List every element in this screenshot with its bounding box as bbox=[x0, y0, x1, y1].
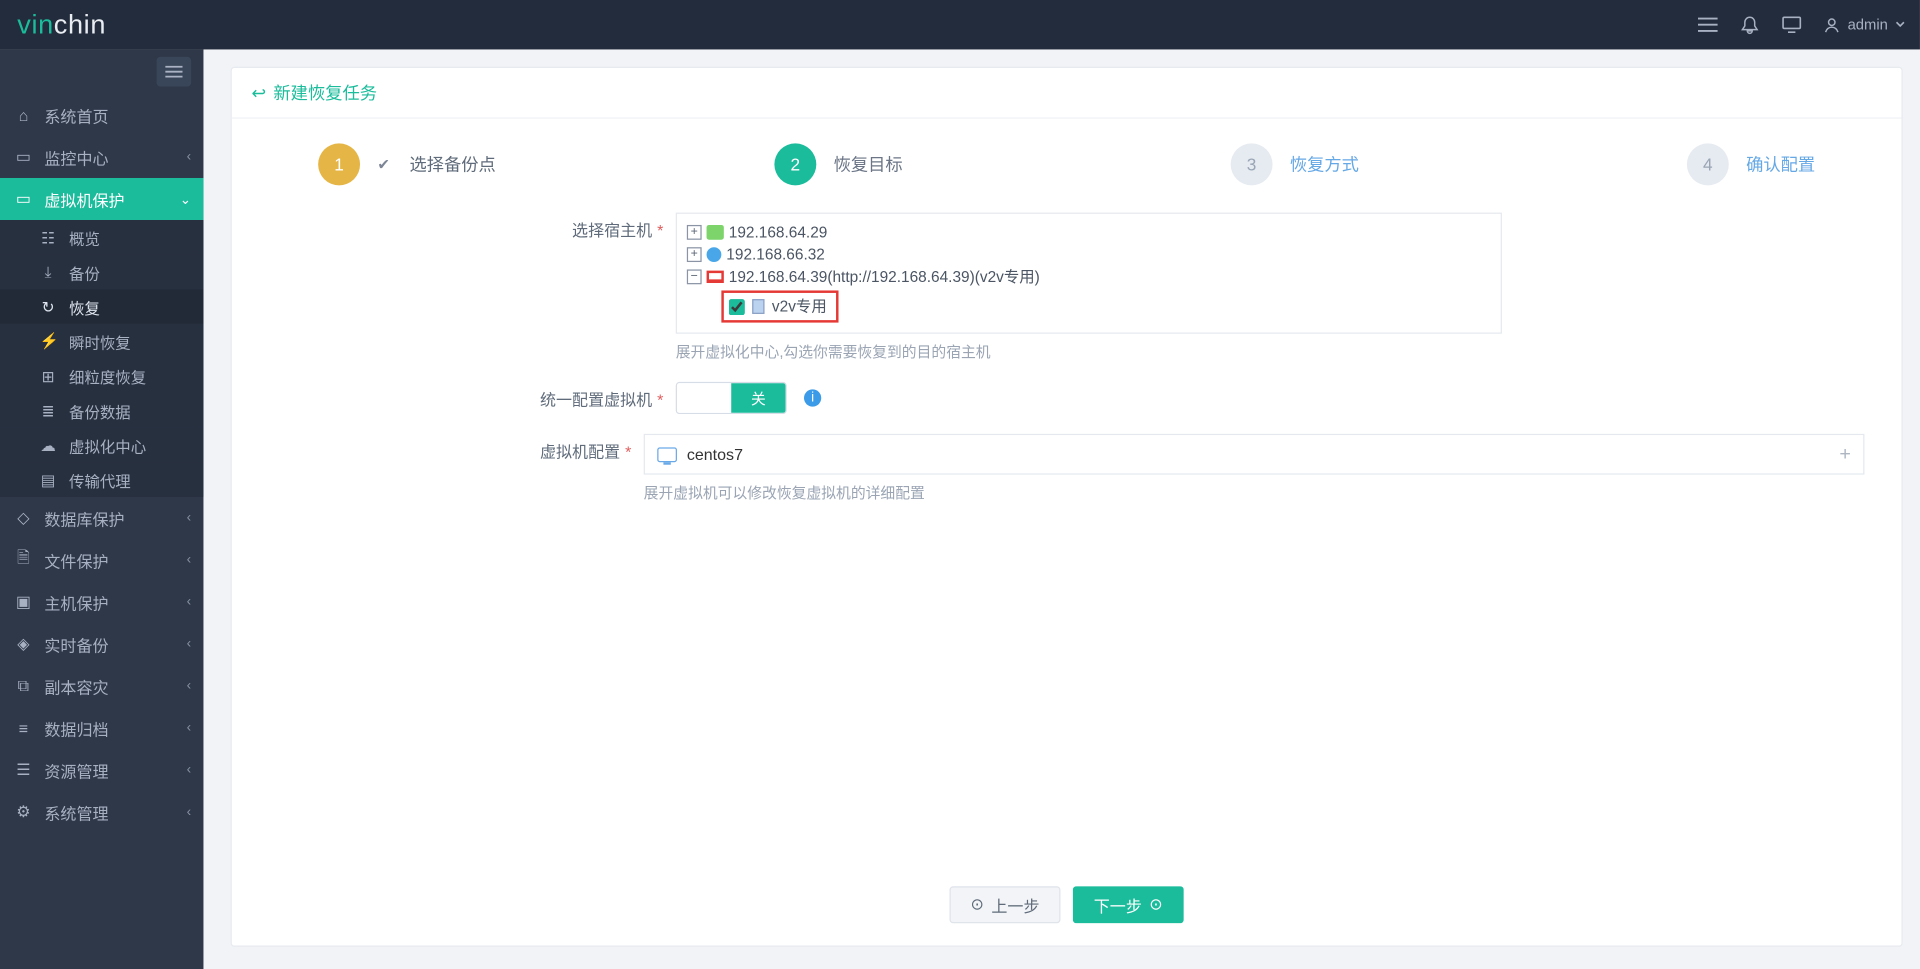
collapse-sidebar-button[interactable] bbox=[157, 57, 192, 87]
nav-archive[interactable]: ≡数据归档‹ bbox=[0, 707, 203, 749]
host-hint: 展开虚拟化中心,勾选你需要恢复到的目的宿主机 bbox=[676, 341, 1502, 362]
host-icon: ▣ bbox=[15, 592, 32, 612]
cloud-icon: ☁ bbox=[39, 436, 56, 455]
back-arrow-icon[interactable]: ↩ bbox=[252, 82, 266, 103]
main-panel: ↩ 新建恢复任务 1 ✔ 选择备份点 2 恢复目标 bbox=[231, 67, 1903, 947]
step-3[interactable]: 3 恢复方式 bbox=[1231, 143, 1687, 185]
tree-child-v2v[interactable]: v2v专用 bbox=[721, 290, 839, 322]
vmcfg-hint: 展开虚拟机可以修改恢复虚拟机的详细配置 bbox=[644, 482, 1865, 503]
dash-icon: ☷ bbox=[39, 228, 56, 247]
tree-node-2[interactable]: + 192.168.66.32 bbox=[687, 243, 1491, 265]
nav-vm-vcenter[interactable]: ☁虚拟化中心 bbox=[0, 428, 203, 463]
wizard-footer: ⊙ 上一步 下一步 ⊙ bbox=[232, 869, 1902, 946]
monitor-icon[interactable] bbox=[1782, 15, 1802, 35]
chevron-down-icon: ⌄ bbox=[180, 191, 191, 207]
archive-icon: ≡ bbox=[15, 719, 32, 738]
vm-monitor-icon bbox=[657, 447, 677, 462]
step-1[interactable]: 1 ✔ 选择备份点 bbox=[318, 143, 774, 185]
copy-icon: ⧉ bbox=[15, 676, 32, 696]
file-icon: 🗎 bbox=[15, 546, 32, 573]
unify-label: 统一配置虚拟机* bbox=[269, 382, 676, 414]
gear-icon: ⚙ bbox=[15, 802, 32, 822]
bell-icon[interactable] bbox=[1740, 15, 1760, 35]
host-label: 选择宿主机* bbox=[269, 213, 676, 363]
host-icon bbox=[752, 299, 764, 314]
chevron-left-icon: ‹ bbox=[187, 595, 192, 610]
unify-toggle[interactable]: 关 bbox=[676, 382, 787, 414]
shield-icon: ◈ bbox=[15, 634, 32, 654]
vm-config-row[interactable]: centos7 + bbox=[644, 434, 1865, 475]
db-icon: ◇ bbox=[15, 508, 32, 528]
nav-resource[interactable]: ☰资源管理‹ bbox=[0, 749, 203, 791]
nav-vm-agent[interactable]: ▤传输代理 bbox=[0, 462, 203, 497]
vcenter-red-icon bbox=[707, 271, 724, 283]
host-tree: + 192.168.64.29 + 192.168.66.32 bbox=[676, 213, 1502, 334]
nav-realtime[interactable]: ◈实时备份‹ bbox=[0, 623, 203, 665]
step-4[interactable]: 4 确认配置 bbox=[1687, 143, 1815, 185]
chevron-left-icon: ‹ bbox=[187, 552, 192, 567]
expand-icon[interactable]: + bbox=[687, 225, 702, 240]
chevron-down-icon bbox=[1895, 21, 1905, 28]
user-menu[interactable]: admin bbox=[1824, 16, 1905, 33]
collapse-icon[interactable]: − bbox=[687, 269, 702, 284]
data-icon: ≣ bbox=[39, 401, 56, 420]
granular-icon: ⊞ bbox=[39, 366, 56, 385]
nav-host-protect[interactable]: ▣主机保护‹ bbox=[0, 581, 203, 623]
tree-node-3[interactable]: − 192.168.64.39(http://192.168.64.39)(v2… bbox=[687, 266, 1491, 288]
nav-vm-restore[interactable]: ↻恢复 bbox=[0, 289, 203, 324]
sidebar: ⌂系统首页 ▭监控中心‹ ▭虚拟机保护⌄ ☷概览 ⤓备份 ↻恢复 ⚡瞬时恢复 ⊞… bbox=[0, 49, 203, 969]
expand-icon[interactable]: + bbox=[687, 247, 702, 262]
arrow-left-icon: ⊙ bbox=[971, 895, 984, 915]
nav-vm-backup[interactable]: ⤓备份 bbox=[0, 255, 203, 290]
monitor-nav-icon: ▭ bbox=[15, 147, 32, 167]
prev-button[interactable]: ⊙ 上一步 bbox=[950, 886, 1061, 923]
tree-node-1[interactable]: + 192.168.64.29 bbox=[687, 221, 1491, 243]
panel-title: ↩ 新建恢复任务 bbox=[232, 68, 1902, 119]
expand-icon[interactable]: + bbox=[1839, 443, 1851, 465]
chevron-left-icon: ‹ bbox=[187, 150, 192, 165]
brand-logo: vinchin bbox=[17, 9, 106, 41]
info-icon[interactable]: i bbox=[804, 389, 821, 406]
agent-icon: ▤ bbox=[39, 470, 56, 489]
user-name: admin bbox=[1848, 16, 1888, 33]
nav-file-protect[interactable]: 🗎文件保护‹ bbox=[0, 539, 203, 581]
restore-icon: ↻ bbox=[39, 297, 56, 316]
nav-db-protect[interactable]: ◇数据库保护‹ bbox=[0, 497, 203, 539]
check-icon: ✔ bbox=[377, 156, 389, 173]
step-2: 2 恢复目标 bbox=[774, 143, 1230, 185]
chevron-left-icon: ‹ bbox=[187, 721, 192, 736]
nav-home[interactable]: ⌂系统首页 bbox=[0, 94, 203, 136]
nav-system[interactable]: ⚙系统管理‹ bbox=[0, 791, 203, 833]
vmcfg-label: 虚拟机配置* bbox=[269, 434, 644, 503]
chevron-left-icon: ‹ bbox=[187, 510, 192, 525]
nav-monitor[interactable]: ▭监控中心‹ bbox=[0, 136, 203, 178]
wizard-steps: 1 ✔ 选择备份点 2 恢复目标 3 恢复方式 bbox=[232, 119, 1902, 196]
chevron-left-icon: ‹ bbox=[187, 679, 192, 694]
nav-vm-granular[interactable]: ⊞细粒度恢复 bbox=[0, 358, 203, 393]
vm-icon: ▭ bbox=[15, 189, 32, 209]
vm-name: centos7 bbox=[687, 445, 743, 464]
nav-vm-protect[interactable]: ▭虚拟机保护⌄ bbox=[0, 178, 203, 220]
arrow-right-icon: ⊙ bbox=[1149, 895, 1162, 915]
nav-vm-overview[interactable]: ☷概览 bbox=[0, 220, 203, 255]
save-icon: ⤓ bbox=[39, 263, 56, 282]
chevron-left-icon: ‹ bbox=[187, 637, 192, 652]
nav-vm-instant[interactable]: ⚡瞬时恢复 bbox=[0, 324, 203, 359]
vcenter-blue-icon bbox=[707, 247, 722, 262]
chevron-left-icon: ‹ bbox=[187, 805, 192, 820]
nav-replica[interactable]: ⧉副本容灾‹ bbox=[0, 665, 203, 707]
resource-icon: ☰ bbox=[15, 760, 32, 780]
host-checkbox[interactable] bbox=[729, 298, 745, 314]
flash-icon: ⚡ bbox=[39, 332, 56, 351]
next-button[interactable]: 下一步 ⊙ bbox=[1073, 886, 1184, 923]
top-bar: vinchin admin bbox=[0, 0, 1920, 49]
list-icon[interactable] bbox=[1698, 15, 1718, 35]
chevron-left-icon: ‹ bbox=[187, 763, 192, 778]
nav-vm-backup-data[interactable]: ≣备份数据 bbox=[0, 393, 203, 428]
home-icon: ⌂ bbox=[15, 106, 32, 125]
vcenter-green-icon bbox=[707, 225, 724, 240]
user-icon bbox=[1824, 17, 1840, 33]
